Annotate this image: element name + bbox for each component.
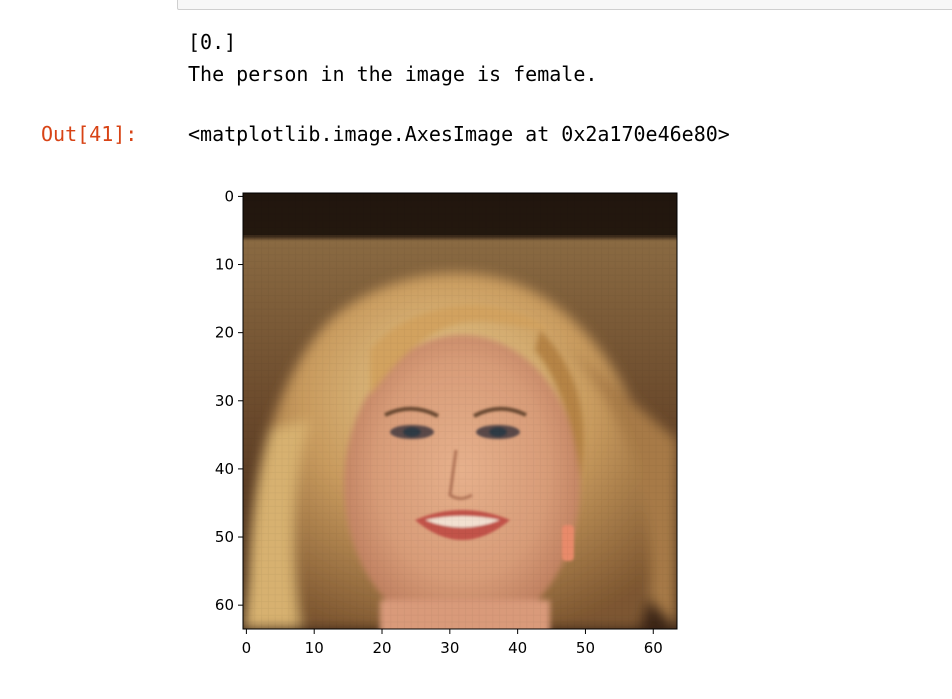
- x-tick-label: 50: [576, 639, 595, 657]
- stream-output-line: The person in the image is female.: [188, 62, 598, 86]
- x-tick-label: 30: [440, 639, 459, 657]
- y-tick-label: 20: [215, 324, 234, 342]
- y-tick-label: 60: [215, 596, 234, 614]
- previous-cell-border: [177, 0, 952, 10]
- y-axis: 0 10 20 30 40 50 60: [215, 187, 243, 614]
- y-tick-label: 40: [215, 460, 234, 478]
- x-tick-label: 20: [372, 639, 391, 657]
- y-tick-label: 0: [224, 187, 234, 205]
- y-tick-label: 50: [215, 528, 234, 546]
- stream-output-line: [0.]: [188, 30, 237, 54]
- imshow-figure: 0 10 20 30 40 50 60 0 10 20 30 40 50 60: [215, 187, 678, 657]
- x-axis: 0 10 20 30 40 50 60: [242, 629, 663, 657]
- y-tick-label: 30: [215, 392, 234, 410]
- x-tick-label: 40: [508, 639, 527, 657]
- result-repr: <matplotlib.image.AxesImage at 0x2a170e4…: [188, 122, 730, 146]
- y-tick-label: 10: [215, 256, 234, 274]
- output-prompt: Out[41]:: [41, 122, 138, 146]
- x-tick-label: 10: [305, 639, 324, 657]
- x-tick-label: 60: [644, 639, 663, 657]
- plot-image: [243, 193, 677, 629]
- x-tick-label: 0: [242, 639, 252, 657]
